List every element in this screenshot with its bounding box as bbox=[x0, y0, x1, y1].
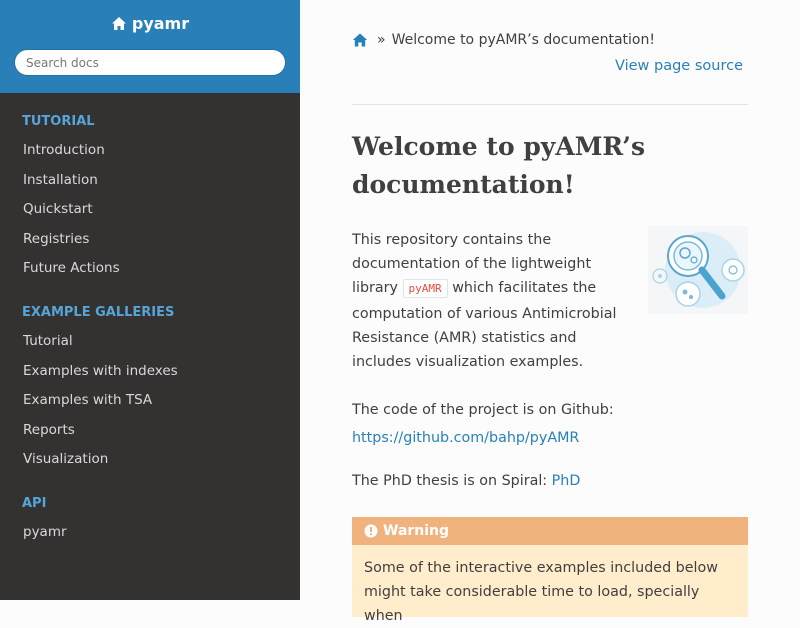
warning-title: Warning bbox=[352, 517, 748, 545]
view-page-source-link[interactable]: View page source bbox=[615, 58, 743, 74]
warning-body: Some of the interactive examples include… bbox=[364, 560, 718, 624]
intro-paragraph: This repository contains the documentati… bbox=[352, 228, 622, 374]
home-icon[interactable] bbox=[352, 33, 368, 47]
inline-code-pyamr: pyAMR bbox=[402, 279, 448, 299]
brand-link[interactable]: pyamr bbox=[111, 14, 189, 33]
sidebar-item-reports[interactable]: Reports bbox=[0, 416, 300, 446]
section-caption-example-galleries: EXAMPLE GALLERIES bbox=[22, 304, 175, 320]
sidebar-item-introduction[interactable]: Introduction bbox=[0, 136, 300, 166]
sidebar-item-installation[interactable]: Installation bbox=[0, 166, 300, 196]
github-link[interactable]: https://github.com/bahp/pyAMR bbox=[352, 430, 579, 446]
home-icon bbox=[111, 17, 126, 30]
section-caption-tutorial: TUTORIAL bbox=[22, 114, 95, 129]
sidebar-item-examples-indexes[interactable]: Examples with indexes bbox=[0, 357, 300, 387]
sidebar-item-tutorial[interactable]: Tutorial bbox=[0, 327, 300, 357]
sidebar-nav: TUTORIAL Introduction Installation Quick… bbox=[0, 111, 300, 548]
microbe-illustration-image bbox=[648, 226, 748, 314]
github-text: The code of the project is on Github: bbox=[352, 402, 614, 418]
breadcrumb-separator: » bbox=[377, 32, 386, 48]
sidebar-header: pyamr bbox=[0, 0, 300, 93]
main-content: » Welcome to pyAMR’s documentation! View… bbox=[300, 0, 800, 624]
phd-link[interactable]: PhD bbox=[552, 473, 581, 489]
github-paragraph: The code of the project is on Github: ht… bbox=[352, 397, 748, 452]
phd-paragraph: The PhD thesis is on Spiral: PhD bbox=[352, 469, 748, 493]
exclamation-circle-icon bbox=[364, 524, 378, 538]
warning-title-text: Warning bbox=[383, 523, 450, 539]
breadcrumb: » Welcome to pyAMR’s documentation! bbox=[352, 30, 655, 50]
breadcrumb-current: Welcome to pyAMR’s documentation! bbox=[391, 32, 655, 48]
sidebar-item-registries[interactable]: Registries bbox=[0, 225, 300, 255]
page-title: Welcome to pyAMR’s documentation! bbox=[352, 132, 646, 199]
brand-name: pyamr bbox=[131, 14, 190, 33]
section-caption-api: API bbox=[22, 495, 47, 511]
warning-admonition: Warning Some of the interactive examples… bbox=[352, 517, 748, 624]
sidebar-item-pyamr[interactable]: pyamr bbox=[0, 518, 300, 548]
divider bbox=[352, 104, 748, 105]
sidebar: pyamr TUTORIAL Introduction Installation… bbox=[0, 0, 300, 600]
sidebar-item-visualization[interactable]: Visualization bbox=[0, 445, 300, 475]
search-input[interactable] bbox=[14, 49, 286, 76]
phd-text: The PhD thesis is on Spiral: bbox=[352, 473, 548, 489]
sidebar-item-future-actions[interactable]: Future Actions bbox=[0, 254, 300, 284]
sidebar-item-examples-tsa[interactable]: Examples with TSA bbox=[0, 386, 300, 416]
sidebar-item-quickstart[interactable]: Quickstart bbox=[0, 195, 300, 225]
